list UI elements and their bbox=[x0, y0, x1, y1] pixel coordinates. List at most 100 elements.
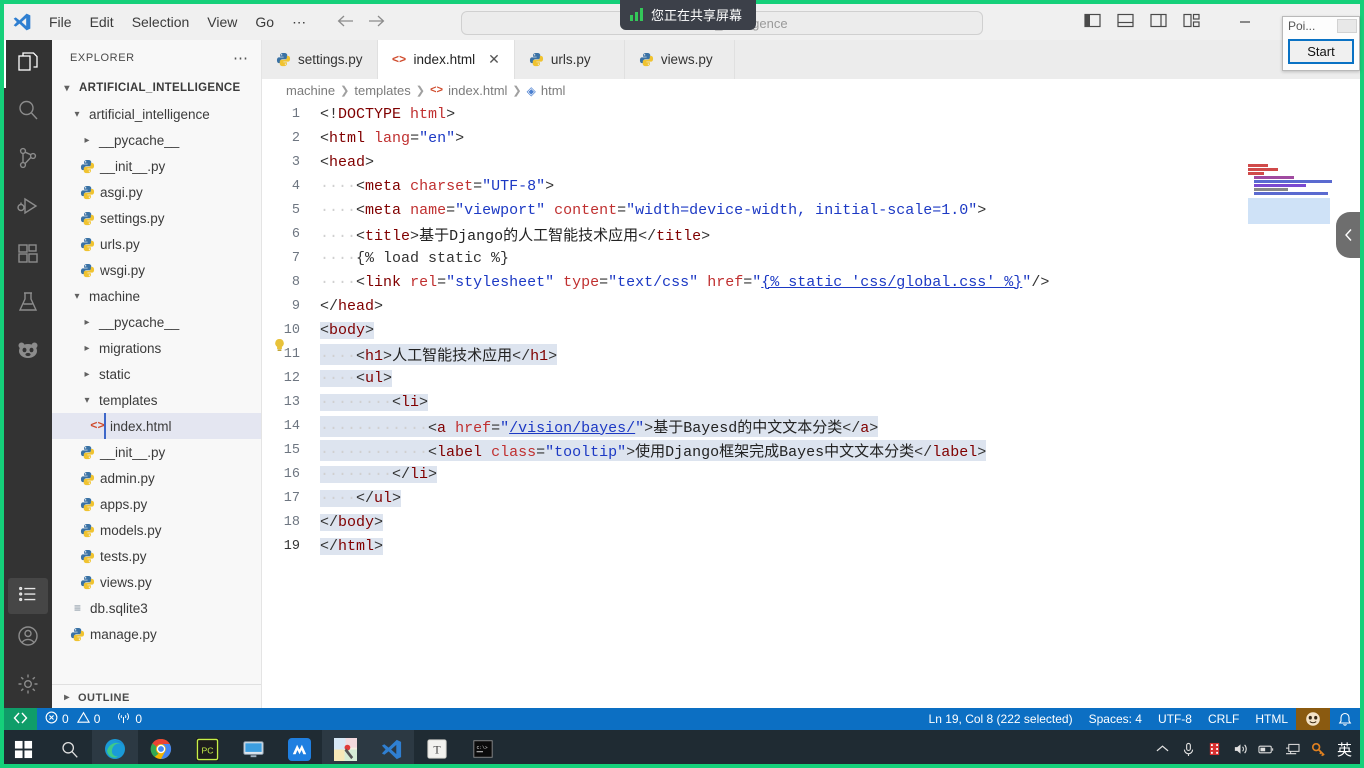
line-content[interactable]: </html> bbox=[320, 537, 384, 555]
taskbar-terminal[interactable]: C:\> bbox=[460, 730, 506, 768]
line-content[interactable]: </head> bbox=[320, 298, 383, 315]
code-line[interactable]: 14 ············<a href="/vision/bayes/">基… bbox=[262, 414, 1360, 438]
code-line[interactable]: 1 <!DOCTYPE html> bbox=[262, 102, 1360, 126]
tree-folder[interactable]: ▸ migrations bbox=[52, 335, 261, 361]
code-line[interactable]: 16 ········</li> bbox=[262, 462, 1360, 486]
code-line[interactable]: 11 ····<h1>人工智能技术应用</h1> bbox=[262, 342, 1360, 366]
tree-folder[interactable]: ▸ static bbox=[52, 361, 261, 387]
microphone-icon[interactable] bbox=[1177, 730, 1201, 768]
minimize-button[interactable] bbox=[1222, 4, 1268, 40]
toggle-panel-icon[interactable] bbox=[1117, 13, 1134, 31]
tree-file[interactable]: <> index.html bbox=[52, 413, 261, 439]
minimap-collapse-button[interactable] bbox=[1336, 212, 1360, 258]
editor-tab-views-py[interactable]: views.py bbox=[624, 40, 735, 79]
taskbar-t-app[interactable]: T bbox=[414, 730, 460, 768]
indentation[interactable]: Spaces: 4 bbox=[1081, 708, 1150, 730]
close-icon[interactable]: ✕ bbox=[488, 51, 500, 68]
tree-file[interactable]: admin.py bbox=[52, 465, 261, 491]
activity-panda-extension[interactable] bbox=[4, 328, 52, 376]
ime-language-indicator[interactable]: 英 bbox=[1333, 739, 1356, 760]
line-content[interactable]: ········</li> bbox=[320, 465, 438, 483]
code-line[interactable]: 18 </body> bbox=[262, 510, 1360, 534]
code-line[interactable]: 10 <body> bbox=[262, 318, 1360, 342]
tree-file[interactable]: wsgi.py bbox=[52, 257, 261, 283]
tree-file[interactable]: settings.py bbox=[52, 205, 261, 231]
code-editor[interactable]: 1 <!DOCTYPE html> 2 <html lang="en"> 3 <head>… bbox=[262, 102, 1360, 710]
taskbar-m-app[interactable] bbox=[276, 730, 322, 768]
battery-icon[interactable] bbox=[1255, 730, 1279, 768]
code-line[interactable]: 6 ····<title>基于Django的人工智能技术应用</title> bbox=[262, 222, 1360, 246]
pointer-window-button[interactable] bbox=[1337, 19, 1357, 33]
tree-file[interactable]: apps.py bbox=[52, 491, 261, 517]
start-button[interactable]: Start bbox=[1288, 39, 1354, 64]
code-line[interactable]: 12 ····<ul> bbox=[262, 366, 1360, 390]
breadcrumb-item-machine[interactable]: machine bbox=[286, 83, 335, 98]
explorer-more-icon[interactable]: ⋯ bbox=[233, 49, 249, 67]
code-line[interactable]: 19 </html> bbox=[262, 534, 1360, 558]
taskbar-paint[interactable] bbox=[322, 730, 368, 768]
line-content[interactable]: ····<title>基于Django的人工智能技术应用</title> bbox=[320, 224, 710, 245]
editor-tab-index-html[interactable]: <> index.html ✕ bbox=[377, 40, 515, 79]
bell-icon[interactable] bbox=[1330, 708, 1360, 730]
key-icon[interactable] bbox=[1307, 730, 1331, 768]
cursor-position[interactable]: Ln 19, Col 8 (222 selected) bbox=[921, 708, 1081, 730]
activity-run-debug[interactable] bbox=[4, 184, 52, 232]
tree-folder[interactable]: ▸ __pycache__ bbox=[52, 309, 261, 335]
breadcrumb-item-symbol[interactable]: html bbox=[541, 83, 566, 98]
tree-file[interactable]: __init__.py bbox=[52, 153, 261, 179]
code-line[interactable]: 2 <html lang="en"> bbox=[262, 126, 1360, 150]
line-content[interactable]: ····<ul> bbox=[320, 369, 393, 387]
code-line[interactable]: 13 ········<li> bbox=[262, 390, 1360, 414]
code-line[interactable]: 3 <head> bbox=[262, 150, 1360, 174]
line-content[interactable]: ············<label class="tooltip">使用Dja… bbox=[320, 439, 987, 461]
menu-go[interactable]: Go bbox=[246, 10, 283, 34]
line-content[interactable]: ····<meta charset="UTF-8"> bbox=[320, 178, 554, 195]
activity-task-list[interactable] bbox=[8, 578, 48, 614]
tree-file[interactable]: tests.py bbox=[52, 543, 261, 569]
line-content[interactable]: </body> bbox=[320, 513, 384, 531]
activity-accounts[interactable] bbox=[4, 614, 52, 662]
language-mode[interactable]: HTML bbox=[1247, 708, 1296, 730]
code-lines[interactable]: 1 <!DOCTYPE html> 2 <html lang="en"> 3 <head>… bbox=[262, 102, 1360, 558]
tree-file[interactable]: views.py bbox=[52, 569, 261, 595]
tree-file[interactable]: ≡ db.sqlite3 bbox=[52, 595, 261, 621]
tree-file[interactable]: __init__.py bbox=[52, 439, 261, 465]
taskbar-edge[interactable] bbox=[92, 730, 138, 768]
menu-more[interactable]: ⋯ bbox=[283, 10, 315, 35]
tree-file[interactable]: urls.py bbox=[52, 231, 261, 257]
taskbar-search-button[interactable] bbox=[46, 730, 92, 768]
line-content[interactable]: ············<a href="/vision/bayes/">基于B… bbox=[320, 415, 879, 437]
line-content[interactable]: ····<h1>人工智能技术应用</h1> bbox=[320, 343, 558, 365]
menu-selection[interactable]: Selection bbox=[123, 10, 199, 34]
volume-icon[interactable] bbox=[1229, 730, 1253, 768]
code-line[interactable]: 15 ············<label class="tooltip">使用D… bbox=[262, 438, 1360, 462]
minimap[interactable] bbox=[1248, 164, 1346, 238]
problems-button[interactable]: 0 0 bbox=[37, 708, 108, 730]
tree-folder[interactable]: ▾ artificial_intelligence bbox=[52, 101, 261, 127]
pointer-floating-window[interactable]: Poi... Start bbox=[1282, 16, 1360, 71]
ports-button[interactable]: 0 bbox=[108, 708, 150, 730]
tree-folder[interactable]: ▾ templates bbox=[52, 387, 261, 413]
arrow-right-icon[interactable] bbox=[368, 14, 385, 31]
code-line[interactable]: 17 ····</ul> bbox=[262, 486, 1360, 510]
taskbar-chrome[interactable] bbox=[138, 730, 184, 768]
editor-scrollbar[interactable] bbox=[1346, 402, 1360, 462]
activity-search[interactable] bbox=[4, 88, 52, 136]
tree-file[interactable]: models.py bbox=[52, 517, 261, 543]
taskbar-monitor-app[interactable] bbox=[230, 730, 276, 768]
editor-tab-urls-py[interactable]: urls.py bbox=[514, 40, 625, 79]
tree-folder[interactable]: ▸ __pycache__ bbox=[52, 127, 261, 153]
line-content[interactable]: <!DOCTYPE html> bbox=[320, 106, 455, 123]
start-button[interactable] bbox=[0, 730, 46, 768]
line-content[interactable]: ····</ul> bbox=[320, 489, 402, 507]
menu-view[interactable]: View bbox=[198, 10, 246, 34]
code-line[interactable]: 9 </head> bbox=[262, 294, 1360, 318]
toggle-secondary-sidebar-icon[interactable] bbox=[1150, 13, 1167, 31]
explorer-root-folder[interactable]: ▾ ARTIFICIAL_INTELLIGENCE bbox=[52, 75, 261, 101]
activity-source-control[interactable] bbox=[4, 136, 52, 184]
code-line[interactable]: 4 ····<meta charset="UTF-8"> bbox=[262, 174, 1360, 198]
activity-testing[interactable] bbox=[4, 280, 52, 328]
feedback-icon[interactable] bbox=[1296, 708, 1330, 730]
recorder-icon[interactable] bbox=[1203, 730, 1227, 768]
code-line[interactable]: 5 ····<meta name="viewport" content="widt… bbox=[262, 198, 1360, 222]
